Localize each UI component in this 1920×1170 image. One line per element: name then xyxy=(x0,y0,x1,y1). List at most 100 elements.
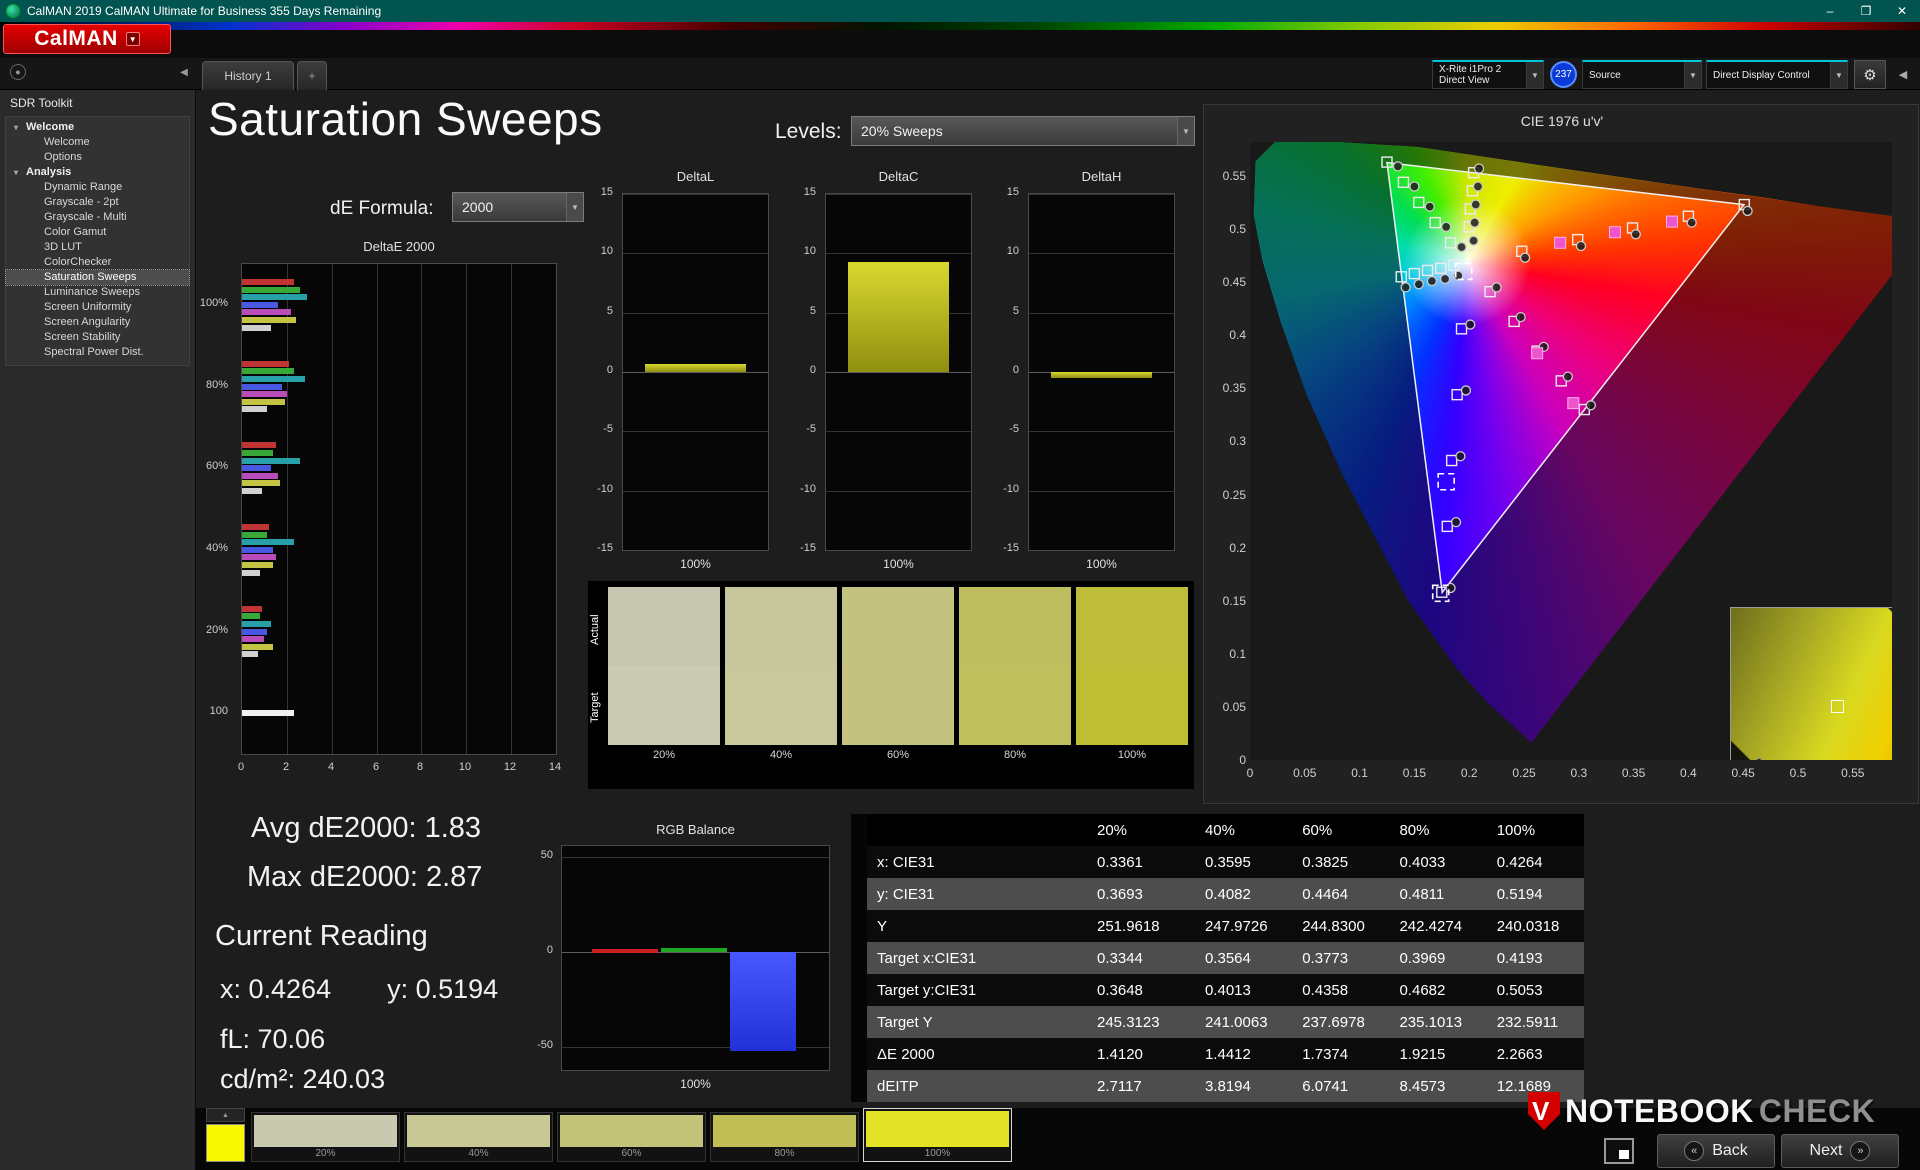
tab-history-1[interactable]: History 1 xyxy=(202,61,294,90)
right-panel-collapse-icon[interactable]: ◀ xyxy=(1892,60,1914,89)
table-cell: 1.9215 xyxy=(1389,1038,1486,1070)
watermark-notebook-text: NOTEBOOK xyxy=(1565,1093,1754,1130)
display-icon[interactable] xyxy=(1604,1138,1634,1164)
x-tick-label: 8 xyxy=(412,761,428,773)
back-button[interactable]: « Back xyxy=(1657,1134,1775,1168)
x-tick-label: 0.25 xyxy=(1510,766,1538,780)
row-label: Target y:CIE31 xyxy=(859,974,1087,1006)
sidebar-item-options[interactable]: Options xyxy=(6,150,189,165)
maximize-button[interactable]: ❐ xyxy=(1848,0,1884,22)
x-tick-label: 0.35 xyxy=(1620,766,1648,780)
watermark-check-text: CHECK xyxy=(1759,1093,1875,1130)
patch-swatch-100 xyxy=(1076,587,1188,745)
gridline xyxy=(623,491,768,492)
de-bar xyxy=(242,524,269,530)
x-tick-label: 6 xyxy=(368,761,384,773)
actual-color xyxy=(725,587,837,666)
table-row: x: CIE310.33610.35950.38250.40330.4264 xyxy=(859,846,1584,878)
titlebar: CalMAN 2019 CalMAN Ultimate for Business… xyxy=(0,0,1920,22)
minimize-button[interactable]: – xyxy=(1812,0,1848,22)
table-cell: 247.9726 xyxy=(1195,910,1292,942)
display-control-dropdown[interactable]: Direct Display Control ▼ xyxy=(1706,60,1848,89)
measured-marker xyxy=(1393,162,1402,171)
y-tick-label: 0.1 xyxy=(1204,647,1246,661)
current-x-value: x: 0.4264 xyxy=(220,974,331,1005)
meter-count-badge[interactable]: 237 xyxy=(1550,61,1577,88)
calman-logo[interactable]: CalMAN ▼ xyxy=(3,24,171,54)
sidebar-collapse-icon[interactable]: ◀ xyxy=(176,64,192,80)
sidebar-item-grayscale-2pt[interactable]: Grayscale - 2pt xyxy=(6,195,189,210)
logo-dropdown-icon[interactable]: ▼ xyxy=(126,32,140,46)
notebookcheck-watermark: V NOTEBOOK CHECK xyxy=(1528,1090,1875,1132)
de-bar xyxy=(242,465,271,471)
de-formula-select[interactable]: 2000 ▼ xyxy=(452,192,584,222)
close-button[interactable]: ✕ xyxy=(1884,0,1920,22)
sidebar-group-analysis[interactable]: ▾Analysis xyxy=(6,165,189,180)
sidebar-group-label: Welcome xyxy=(26,121,74,133)
sidebar-pin-icon[interactable]: ● xyxy=(10,64,26,80)
swatch-color xyxy=(407,1115,550,1147)
meter-dropdown[interactable]: X-Rite i1Pro 2 Direct View ▼ xyxy=(1432,60,1544,89)
measured-marker xyxy=(1456,452,1465,461)
tab-add[interactable]: + xyxy=(297,61,327,90)
inset-measured-marker xyxy=(1756,758,1762,760)
bottom-swatch-20[interactable]: 20% xyxy=(251,1112,400,1162)
de-bar xyxy=(242,644,273,650)
swatch-popup-arrow-icon[interactable]: ▲ xyxy=(206,1108,245,1122)
x-tick-label: 14 xyxy=(547,761,563,773)
target-marker xyxy=(1452,390,1462,400)
table-cell: 0.3773 xyxy=(1292,942,1389,974)
sidebar-item-welcome[interactable]: Welcome xyxy=(6,135,189,150)
settings-button[interactable]: ⚙ xyxy=(1854,60,1886,89)
cie-panel: CIE 1976 u'v' 00.050.10.150.20.250.30.35… xyxy=(1203,104,1919,804)
target-marker xyxy=(1446,238,1456,248)
x-tick-label: 0.05 xyxy=(1291,766,1319,780)
chevron-down-icon[interactable]: ▼ xyxy=(1177,117,1194,145)
column-header: 60% xyxy=(1292,814,1389,846)
sidebar-item-grayscale-multi[interactable]: Grayscale - Multi xyxy=(6,210,189,225)
y-tick-label: 20% xyxy=(154,624,228,636)
target-color xyxy=(725,666,837,745)
patch-swatch-60 xyxy=(842,587,954,745)
table-row: dEITP2.71173.81946.07418.457312.1689 xyxy=(859,1070,1584,1102)
bottom-swatch-40[interactable]: 40% xyxy=(404,1112,553,1162)
next-button[interactable]: Next » xyxy=(1781,1134,1899,1168)
swatch-label: 20% xyxy=(254,1147,397,1159)
chevron-down-icon[interactable]: ▼ xyxy=(1684,62,1701,88)
bottom-swatch-80[interactable]: 80% xyxy=(710,1112,859,1162)
row-label: Target Y xyxy=(859,1006,1087,1038)
cie-x-axis: 00.050.10.150.20.250.30.350.40.450.50.55 xyxy=(1250,766,1900,782)
sidebar-item-dynamic-range[interactable]: Dynamic Range xyxy=(6,180,189,195)
patch-swatch-20 xyxy=(608,587,720,745)
table-cell: 1.7374 xyxy=(1292,1038,1389,1070)
de-bar xyxy=(242,480,280,486)
table-cell: 0.3361 xyxy=(1087,846,1195,878)
gridline xyxy=(826,372,971,373)
bottom-swatch-100[interactable]: 100% xyxy=(863,1108,1012,1162)
table-cell: 2.2663 xyxy=(1487,1038,1584,1070)
levels-select[interactable]: 20% Sweeps ▼ xyxy=(851,116,1195,146)
measured-marker xyxy=(1492,283,1501,292)
y-tick-label: 0 xyxy=(1204,753,1246,767)
gridline xyxy=(562,857,829,858)
sidebar-group-welcome[interactable]: ▾Welcome xyxy=(6,120,189,135)
gridline xyxy=(1029,431,1174,432)
y-tick-label: 60% xyxy=(154,460,228,472)
x-tick-label: 0.15 xyxy=(1400,766,1428,780)
table-cell: 242.4274 xyxy=(1389,910,1486,942)
sidebar-item-color-gamut[interactable]: Color Gamut xyxy=(6,225,189,240)
source-dropdown[interactable]: Source ▼ xyxy=(1582,60,1702,89)
window-title: CalMAN 2019 CalMAN Ultimate for Business… xyxy=(27,4,381,18)
chevron-down-icon[interactable]: ▼ xyxy=(1830,62,1847,88)
chevron-down-icon[interactable]: ▼ xyxy=(1526,62,1543,88)
patch-swatch-40 xyxy=(725,587,837,745)
de-formula-label: dE Formula: xyxy=(330,198,433,220)
deltac-y-axis: 151050-5-10-15 xyxy=(781,193,821,551)
y-tick-label: 0.35 xyxy=(1204,381,1246,395)
sidebar-item-3d-lut[interactable]: 3D LUT xyxy=(6,240,189,255)
de-bar xyxy=(242,279,294,285)
calman-logo-text: CalMAN xyxy=(34,27,118,51)
bottom-swatch-60[interactable]: 60% xyxy=(557,1112,706,1162)
deltae-chart-title: DeltaE 2000 xyxy=(241,239,557,254)
current-patch-swatch[interactable] xyxy=(206,1124,245,1162)
